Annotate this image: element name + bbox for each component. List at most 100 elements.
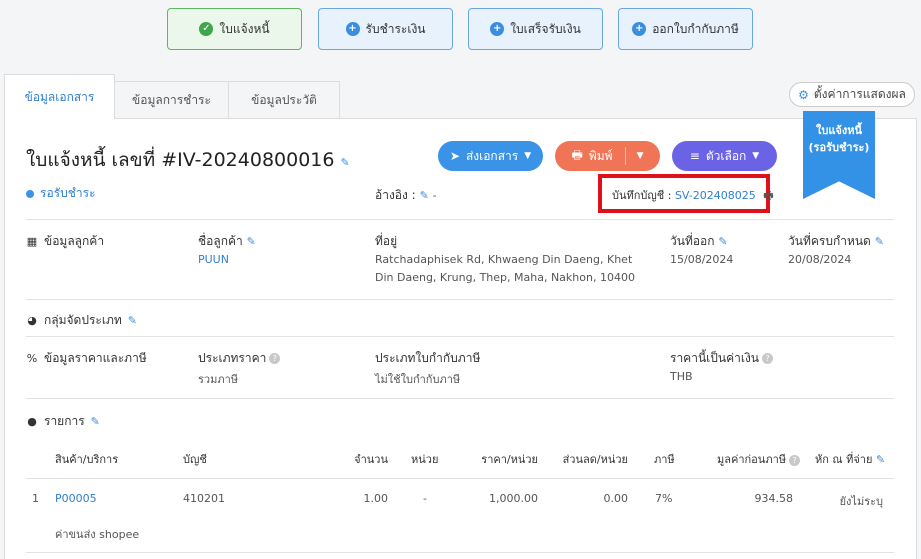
divider — [26, 336, 894, 337]
step-label: ใบเสร็จรับเงิน — [510, 21, 581, 36]
gear-icon: ⚙ — [798, 87, 809, 102]
column-header-quantity: จำนวน — [354, 453, 388, 466]
split-divider — [625, 147, 626, 165]
divider — [26, 219, 894, 220]
items-section-header: ● รายการ ✎ — [26, 412, 100, 431]
options-label: ตัวเลือก — [705, 148, 747, 163]
status-dot-icon — [26, 189, 34, 198]
options-button[interactable]: ≡ ตัวเลือก ▼ — [672, 141, 777, 171]
edit-pencil-icon[interactable]: ✎ — [876, 453, 885, 466]
divider — [26, 478, 894, 479]
display-settings-button[interactable]: ⚙ ตั้งค่าการแสดงผล — [789, 82, 915, 107]
column-header-pretax: มูลค่าก่อนภาษี? — [717, 450, 800, 468]
price-type-value: รวมภาษี — [198, 373, 239, 386]
check-icon: ✓ — [199, 22, 214, 36]
product-link[interactable]: P00005 — [55, 492, 97, 505]
column-header-tax: ภาษี — [654, 453, 675, 466]
help-icon[interactable]: ? — [762, 353, 774, 364]
discount-value: 0.00 — [603, 492, 629, 505]
divider — [26, 552, 894, 553]
send-label: ส่งเอกสาร — [465, 148, 519, 163]
menu-icon: ≡ — [689, 149, 700, 163]
section-title: ข้อมูลลูกค้า — [44, 234, 105, 248]
chevron-down-icon: ▼ — [752, 151, 760, 161]
tax-value: 7% — [655, 492, 673, 505]
issue-date-value: 15/08/2024 — [670, 253, 734, 266]
edit-pencil-icon[interactable]: ✎ — [341, 156, 350, 169]
address-card-icon: ▦ — [26, 235, 38, 248]
address-value: Ratchadaphisek Rd, Khwaeng Din Daeng, Kh… — [375, 253, 635, 284]
status-label: รอรับชำระ — [40, 186, 96, 200]
printer-icon[interactable]: 🖶 — [763, 189, 773, 202]
reference: อ้างอิง : ✎ - — [375, 186, 437, 205]
display-settings-label: ตั้งค่าการแสดงผล — [813, 87, 906, 101]
pretax-value: 934.58 — [754, 492, 794, 505]
plus-icon: + — [345, 22, 360, 36]
edit-pencil-icon[interactable]: ✎ — [247, 235, 256, 248]
column-header-discount: ส่วนลด/หน่วย — [562, 453, 628, 466]
edit-pencil-icon[interactable]: ✎ — [128, 314, 137, 327]
label-text: วันที่ออก — [670, 234, 715, 248]
step-receipt-button[interactable]: + ใบเสร็จรับเงิน — [468, 8, 603, 50]
tax-invoice-type-label: ประเภทใบกำกับภาษี — [375, 351, 481, 365]
currency-value: THB — [670, 370, 693, 383]
withholding-value: ยังไม่ระบุ — [839, 495, 883, 508]
tab-payment-info[interactable]: ข้อมูลการชำระ — [114, 81, 229, 119]
label-text: ราคานี้เป็นค่าเงิน — [670, 351, 760, 365]
edit-pencil-icon[interactable]: ✎ — [718, 235, 727, 248]
reference-value: - — [432, 189, 437, 202]
column-header-unit-price: ราคา/หน่วย — [481, 453, 538, 466]
section-title: รายการ — [44, 414, 85, 428]
divider — [26, 398, 894, 399]
due-date-value: 20/08/2024 — [788, 253, 852, 266]
reference-label: อ้างอิง : — [375, 188, 416, 202]
step-receive-payment-button[interactable]: + รับชำระเงิน — [318, 8, 453, 50]
ledger-link[interactable]: SV-202408025 — [675, 189, 756, 202]
tab-history-info[interactable]: ข้อมูลประวัติ — [228, 81, 340, 119]
step-invoice-button[interactable]: ✓ ใบแจ้งหนี้ — [167, 8, 302, 50]
account-value: 410201 — [183, 492, 225, 505]
percent-icon: % — [26, 352, 38, 365]
step-label: รับชำระเงิน — [365, 21, 426, 36]
pricing-section-header: % ข้อมูลราคาและภาษี — [26, 349, 147, 368]
send-icon: ➤ — [449, 149, 460, 163]
column-header-account: บัญชี — [183, 453, 207, 466]
column-header-withholding: หัก ณ ที่จ่าย ✎ — [815, 450, 885, 468]
edit-pencil-icon[interactable]: ✎ — [420, 189, 429, 202]
tax-invoice-type-value: ไม่ใช้ใบกำกับภาษี — [375, 373, 461, 386]
label-text: ประเภทราคา — [198, 351, 267, 365]
row-number: 1 — [32, 492, 39, 505]
pie-chart-icon: ◕ — [27, 314, 37, 327]
document-title: ใบแจ้งหนี้ เลขที่ #IV-20240800016 — [26, 149, 335, 171]
send-document-button[interactable]: ➤ ส่งเอกสาร ▼ — [438, 141, 543, 171]
step-tax-invoice-button[interactable]: + ออกใบกำกับภาษี — [618, 8, 753, 50]
chevron-down-icon[interactable]: ▼ — [637, 151, 644, 161]
print-label: พิมพ์ — [588, 148, 613, 163]
quantity-value: 1.00 — [363, 492, 389, 505]
due-date-label: วันที่ครบกำหนด ✎ — [788, 232, 884, 251]
help-icon[interactable]: ? — [789, 454, 800, 466]
column-header-product: สินค้า/บริการ — [55, 453, 119, 466]
edit-pencil-icon[interactable]: ✎ — [875, 235, 884, 248]
unit-value: - — [423, 492, 427, 505]
customer-name-label: ชื่อลูกค้า ✎ — [198, 232, 256, 251]
help-icon[interactable]: ? — [269, 353, 281, 364]
unit-price-value: 1,000.00 — [489, 492, 538, 505]
edit-pencil-icon[interactable]: ✎ — [91, 415, 100, 428]
status-badge: รอรับชำระ — [26, 184, 96, 203]
section-title: ข้อมูลราคาและภาษี — [44, 351, 147, 365]
item-description: ค่าขนส่ง shopee — [55, 528, 140, 541]
label-text: วันที่ครบกำหนด — [788, 234, 871, 248]
step-label: ออกใบกำกับภาษี — [652, 21, 739, 36]
circle-icon: ● — [27, 415, 37, 428]
ledger-entry: บันทึกบัญชี : SV-202408025 🖶 — [612, 186, 774, 206]
ribbon-status: (รอรับชำระ) — [808, 141, 870, 154]
divider — [26, 299, 894, 300]
address-label: ที่อยู่ — [375, 234, 398, 248]
price-type-label: ประเภทราคา? — [198, 349, 281, 368]
column-header-unit: หน่วย — [411, 453, 439, 466]
print-button[interactable]: 🖶 พิมพ์ ▼ — [555, 141, 660, 171]
plus-icon: + — [490, 22, 505, 36]
tab-document-info[interactable]: ข้อมูลเอกสาร — [4, 74, 115, 119]
customer-name-link[interactable]: PUUN — [198, 253, 229, 266]
